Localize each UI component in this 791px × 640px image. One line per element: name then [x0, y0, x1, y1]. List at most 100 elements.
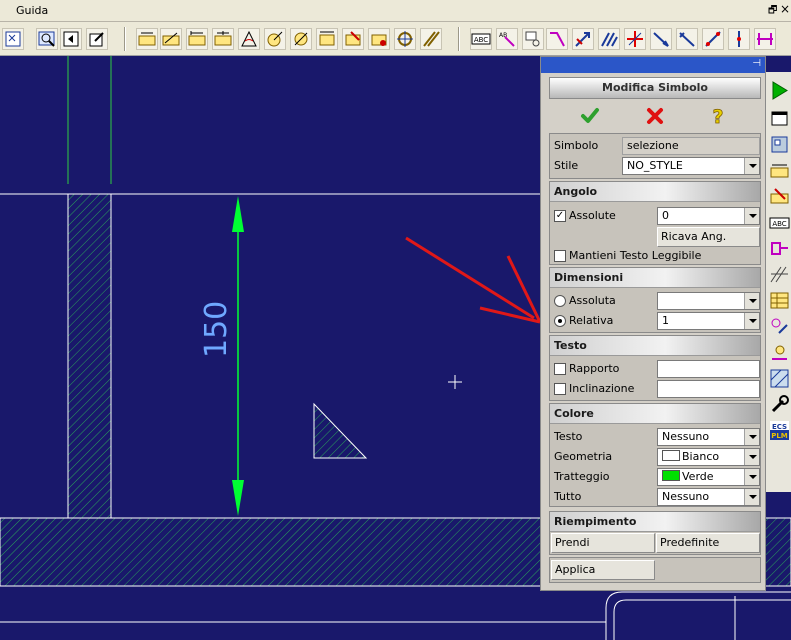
text-edit-icon[interactable] — [522, 28, 544, 50]
break-dim-icon[interactable] — [624, 28, 646, 50]
fillet-edge-inner — [613, 599, 791, 640]
shapes-icon[interactable] — [769, 316, 790, 337]
text-leader-icon[interactable]: AB — [496, 28, 518, 50]
chevron-down-icon[interactable] — [744, 208, 759, 224]
text-abc-icon[interactable]: ABC — [470, 28, 492, 50]
multi-arrow-icon[interactable] — [598, 28, 620, 50]
applica-section: Applica — [549, 557, 761, 583]
tratteggio-color-swatch — [662, 470, 680, 481]
dim-edit-side-icon[interactable] — [769, 186, 790, 207]
dim-arrow-icon[interactable] — [572, 28, 594, 50]
colore-testo-label: Testo — [554, 430, 583, 443]
mantieni-label: Mantieni Testo Leggibile — [569, 249, 702, 262]
leader-arrow-icon[interactable] — [546, 28, 568, 50]
rapporto-input[interactable] — [657, 360, 760, 378]
dim-baseline-icon[interactable] — [186, 28, 208, 50]
prendi-button[interactable]: Prendi — [551, 533, 655, 553]
rapporto-checkbox[interactable] — [554, 363, 566, 375]
dim-aligned-icon[interactable] — [160, 28, 182, 50]
window-close-icon[interactable]: × — [780, 2, 790, 16]
stile-select[interactable]: NO_STYLE — [622, 157, 760, 175]
assoluta-radio[interactable] — [554, 295, 566, 307]
dim-edit-icon[interactable] — [342, 28, 364, 50]
tools-icon[interactable] — [769, 394, 790, 415]
chevron-down-icon[interactable] — [744, 158, 759, 174]
dim-angle-icon[interactable] — [238, 28, 260, 50]
chevron-down-icon[interactable] — [744, 313, 759, 329]
tratteggio-select[interactable]: Verde — [657, 468, 760, 486]
dim-linear-icon[interactable] — [136, 28, 158, 50]
chevron-down-icon[interactable] — [744, 429, 759, 445]
select-icon[interactable] — [2, 28, 24, 50]
horizontal-dim-icon[interactable] — [754, 28, 776, 50]
window-restore-icon[interactable]: 🗗 — [768, 3, 777, 20]
extend-dim-icon[interactable] — [650, 28, 672, 50]
rapporto-label: Rapporto — [569, 362, 620, 375]
hatched-column[interactable] — [67, 193, 112, 519]
window-panel-icon[interactable] — [769, 108, 790, 129]
angolo-select[interactable]: 0 — [657, 207, 760, 225]
svg-text:PLM: PLM — [771, 432, 788, 440]
chevron-down-icon[interactable] — [744, 293, 759, 309]
vertical-dim-icon[interactable] — [728, 28, 750, 50]
svg-text:?: ? — [712, 106, 723, 127]
edit-view-icon[interactable] — [86, 28, 108, 50]
oblique-dim-icon[interactable] — [702, 28, 724, 50]
dim-diameter-icon[interactable] — [290, 28, 312, 50]
chevron-down-icon[interactable] — [744, 469, 759, 485]
run-play-icon[interactable] — [769, 80, 790, 101]
relativa-select[interactable]: 1 — [657, 312, 760, 330]
relativa-label: Relativa — [569, 314, 614, 327]
dimension-text[interactable]: 150 — [197, 301, 237, 358]
hatch-side-icon[interactable] — [769, 264, 790, 285]
svg-text:ABC: ABC — [772, 220, 786, 228]
previous-view-icon[interactable] — [60, 28, 82, 50]
assoluta-select[interactable] — [657, 292, 760, 310]
hatched-triangle[interactable] — [313, 402, 368, 459]
symbol-insert-icon[interactable] — [769, 238, 790, 259]
simbolo-label: Simbolo — [554, 139, 599, 152]
tutto-value: Nessuno — [662, 490, 710, 503]
inclinazione-checkbox[interactable] — [554, 383, 566, 395]
hatch-pattern-icon[interactable] — [769, 368, 790, 389]
dock-title-strip[interactable]: ⊣ — [541, 57, 765, 73]
main-toolbar: ABC AB — [0, 22, 791, 56]
zoom-window-icon[interactable] — [36, 28, 58, 50]
inclinazione-input[interactable] — [657, 380, 760, 398]
tratteggio-value: Verde — [682, 470, 714, 483]
relativa-radio[interactable] — [554, 315, 566, 327]
table-icon[interactable] — [769, 290, 790, 311]
block-icon[interactable] — [769, 134, 790, 155]
predefinite-button[interactable]: Predefinite — [656, 533, 760, 553]
colore-heading: Colore — [550, 404, 760, 424]
confirm-check-icon[interactable] — [579, 105, 601, 127]
dim-radius-icon[interactable] — [264, 28, 286, 50]
colore-section: Colore Testo Nessuno Geometria Bianco Tr… — [549, 403, 761, 507]
ricava-ang-button[interactable]: Ricava Ang. — [657, 227, 760, 247]
ecs-plm-icon[interactable]: ECS PLM — [769, 420, 790, 441]
hatch-lines-icon[interactable] — [420, 28, 442, 50]
dim-chain-icon[interactable] — [212, 28, 234, 50]
point-icon[interactable] — [769, 342, 790, 363]
text-abc-side-icon[interactable]: ABC — [769, 212, 790, 233]
chevron-down-icon[interactable] — [744, 449, 759, 465]
cancel-x-icon[interactable] — [644, 105, 666, 127]
simbolo-section: Simbolo selezione Stile NO_STYLE — [549, 133, 761, 179]
dim-linear-side-icon[interactable] — [769, 160, 790, 181]
pin-icon[interactable]: ⊣ — [752, 58, 761, 69]
menu-guida[interactable]: Guida — [16, 4, 48, 17]
geometria-color-swatch — [662, 450, 680, 461]
colore-testo-select[interactable]: Nessuno — [657, 428, 760, 446]
tutto-select[interactable]: Nessuno — [657, 488, 760, 506]
geometria-label: Geometria — [554, 450, 613, 463]
mantieni-checkbox[interactable] — [554, 250, 566, 262]
geometria-select[interactable]: Bianco — [657, 448, 760, 466]
dim-ordinate-icon[interactable] — [316, 28, 338, 50]
assolute-checkbox[interactable]: ✓ — [554, 210, 566, 222]
trim-dim-icon[interactable] — [676, 28, 698, 50]
chevron-down-icon[interactable] — [744, 489, 759, 505]
help-question-icon[interactable]: ? — [707, 105, 729, 127]
applica-button[interactable]: Applica — [551, 560, 655, 580]
center-mark-icon[interactable] — [394, 28, 416, 50]
dim-update-icon[interactable] — [368, 28, 390, 50]
